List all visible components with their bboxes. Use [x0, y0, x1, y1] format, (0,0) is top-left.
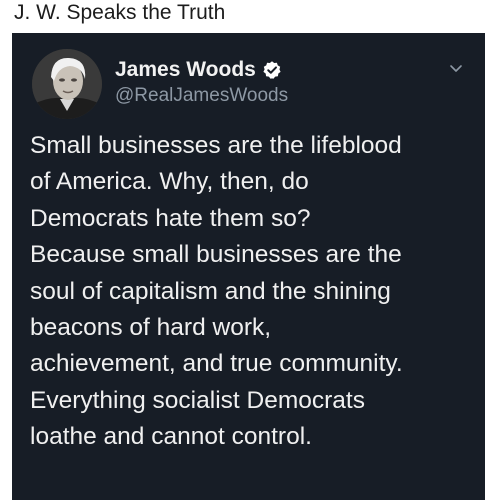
- author-handle[interactable]: @RealJamesWoods: [115, 84, 288, 108]
- verified-badge-icon: [262, 60, 282, 80]
- post-title: J. W. Speaks the Truth: [14, 1, 226, 24]
- tweet-text-line: beacons of hard work,: [30, 314, 272, 342]
- tweet-text-line: Because small businesses are the: [30, 241, 402, 269]
- tweet-card[interactable]: James Woods @RealJamesWoods Small busine…: [12, 33, 485, 500]
- tweet-text-line: achievement, and true community.: [30, 350, 403, 378]
- tweet-text-line: soul of capitalism and the shining: [30, 277, 391, 305]
- tweet-text-line: Everything socialist Democrats: [30, 386, 365, 414]
- avatar[interactable]: [32, 49, 102, 119]
- chevron-down-icon[interactable]: [447, 59, 465, 77]
- tweet-text-line: loathe and cannot control.: [30, 423, 312, 451]
- tweet-text-line: Small businesses are the lifeblood: [30, 132, 402, 159]
- avatar-portrait-icon: [32, 49, 102, 119]
- tweet-text-line: of America. Why, then, do: [30, 168, 309, 196]
- tweet-text: Small businesses are the lifeblood of Am…: [30, 128, 480, 456]
- author-name-row[interactable]: James Woods: [115, 57, 282, 83]
- screenshot-page: J. W. Speaks the Truth James Woods @Real…: [0, 0, 491, 500]
- tweet-text-line: Democrats hate them so?: [30, 204, 311, 232]
- author-display-name[interactable]: James Woods: [115, 57, 256, 83]
